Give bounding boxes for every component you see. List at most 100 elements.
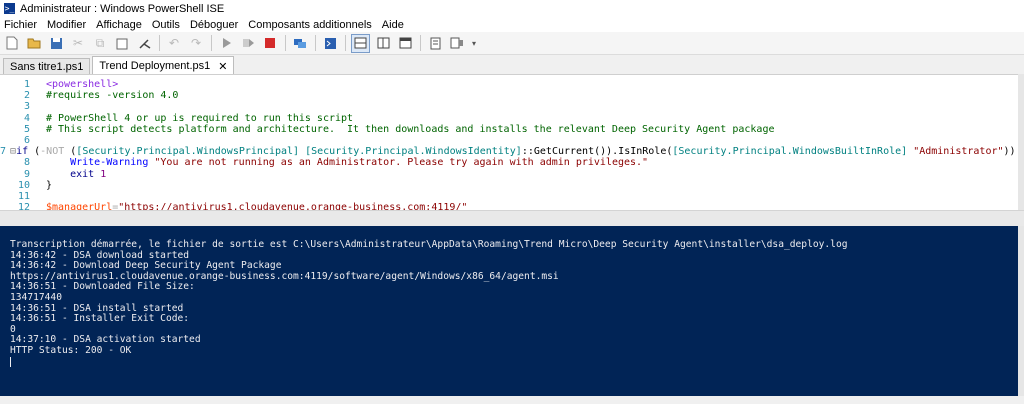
tab-trend-deployment[interactable]: Trend Deployment.ps1 ✕	[92, 56, 235, 75]
tab-sans-titre1[interactable]: Sans titre1.ps1	[3, 58, 91, 75]
line-number: 1	[23, 79, 30, 90]
toolbar-divider	[345, 35, 346, 51]
code-token: if	[16, 146, 29, 158]
status-bar	[0, 396, 1024, 404]
code-text: exit 1	[46, 169, 106, 180]
code-line: 4 # PowerShell 4 or up is required to run…	[0, 113, 1018, 124]
fold-gutter	[34, 101, 46, 112]
menu-composants-additionnels[interactable]: Composants additionnels	[248, 19, 372, 31]
script-tabs: Sans titre1.ps1 Trend Deployment.ps1 ✕	[0, 56, 1024, 75]
paste-icon[interactable]	[113, 34, 131, 52]
menu-outils[interactable]: Outils	[152, 19, 180, 31]
toolbar: ✂ ⧉ ↶ ↷ ▾	[0, 32, 1024, 55]
code-token: #requires -version 4.0	[46, 90, 179, 102]
console-pane[interactable]: Transcription démarrée, le fichier de so…	[0, 226, 1018, 396]
command-addon-icon[interactable]	[448, 34, 466, 52]
fold-gutter	[34, 169, 46, 180]
code-line: 9 exit 1	[0, 169, 1018, 180]
layout-maximized-icon[interactable]	[396, 34, 414, 52]
console-scrollbar[interactable]	[1018, 226, 1024, 396]
powershell-icon: >_	[4, 3, 15, 14]
code-token: "Administrator"	[913, 146, 1004, 158]
code-text: if (-NOT ([Security.Principal.WindowsPri…	[16, 146, 1018, 157]
code-token: (	[28, 146, 41, 158]
code-token: # PowerShell 4 or up is required to run …	[46, 112, 354, 124]
stop-icon[interactable]	[261, 34, 279, 52]
editor-vertical-scrollbar[interactable]	[1018, 74, 1024, 210]
menu-deboguer[interactable]: Déboguer	[190, 19, 238, 31]
run-script-icon[interactable]	[217, 34, 235, 52]
tab-label: Sans titre1.ps1	[10, 61, 84, 73]
code-token: -NOT	[40, 146, 65, 158]
code-line: 1 <powershell>	[0, 79, 1018, 90]
line-number: 9	[23, 168, 30, 180]
toolbar-overflow-icon[interactable]: ▾	[470, 34, 478, 52]
code-token: # This script detects platform and archi…	[46, 123, 775, 135]
code-token: 1	[94, 168, 107, 180]
fold-gutter	[34, 157, 46, 168]
fold-gutter	[34, 180, 46, 191]
toolbar-divider	[420, 35, 421, 51]
copy-icon[interactable]: ⧉	[91, 34, 109, 52]
script-editor[interactable]: 1 <powershell> 2 #requires -version 4.0 3 4 # …	[0, 74, 1018, 211]
fold-gutter	[34, 79, 46, 90]
code-token: }	[46, 179, 53, 191]
console-cursor	[10, 356, 11, 367]
code-token: [Security.Principal.WindowsPrincipal]	[76, 146, 300, 158]
cut-icon[interactable]: ✂	[69, 34, 87, 52]
code-line: 10}	[0, 180, 1018, 191]
layout-top-icon[interactable]	[351, 33, 370, 53]
code-token: [Security.Principal.WindowsBuiltInRole]	[672, 146, 908, 158]
code-token: "You are not running as an Administrator…	[148, 157, 649, 169]
run-selection-icon[interactable]	[239, 34, 257, 52]
undo-icon[interactable]: ↶	[165, 34, 183, 52]
fold-gutter	[34, 191, 46, 202]
toolbar-divider	[211, 35, 212, 51]
code-token: <powershell>	[46, 79, 119, 90]
layout-right-icon[interactable]	[374, 34, 392, 52]
open-folder-icon[interactable]	[25, 34, 43, 52]
remote-session-icon[interactable]	[291, 34, 309, 52]
code-token: )) {	[1003, 146, 1016, 158]
console-output-line: 14:36:51 - Installer Exit Code:	[10, 313, 190, 325]
code-text: # This script detects platform and archi…	[46, 124, 774, 135]
console-output-line: 14:36:51 - Downloaded File Size:	[10, 281, 195, 293]
menu-modifier[interactable]: Modifier	[47, 19, 86, 31]
line-number: 8	[23, 157, 30, 169]
tab-label: Trend Deployment.ps1	[99, 60, 211, 72]
console-padding	[0, 226, 1018, 240]
code-text: Write-Warning "You are not running as an…	[46, 157, 648, 168]
code-line: 7 ⊟ if (-NOT ([Security.Principal.WindowsP…	[0, 146, 1018, 157]
code-text: # PowerShell 4 or up is required to run …	[46, 113, 353, 124]
new-file-icon[interactable]	[3, 34, 21, 52]
line-number: 7	[0, 146, 7, 158]
clear-icon[interactable]	[135, 34, 153, 52]
line-number: 10	[17, 179, 30, 191]
editor-horizontal-scrollbar[interactable]	[0, 210, 1024, 226]
close-icon[interactable]: ✕	[218, 60, 227, 73]
code-line: 3	[0, 101, 1018, 112]
show-commands-icon[interactable]	[426, 34, 444, 52]
code-token: exit	[46, 168, 95, 180]
fold-gutter	[34, 124, 46, 135]
toolbar-divider	[315, 35, 316, 51]
menu-bar: Fichier Modifier Affichage Outils Débogu…	[0, 17, 1024, 32]
toolbar-divider	[159, 35, 160, 51]
toolbar-divider	[285, 35, 286, 51]
menu-fichier[interactable]: Fichier	[4, 19, 37, 31]
menu-aide[interactable]: Aide	[382, 19, 404, 31]
fold-gutter	[34, 113, 46, 124]
menu-affichage[interactable]: Affichage	[96, 19, 142, 31]
code-line: 6	[0, 135, 1018, 146]
console-output-line: Transcription démarrée, le fichier de so…	[10, 239, 848, 250]
fold-gutter	[34, 90, 46, 101]
code-text: #requires -version 4.0	[46, 90, 178, 101]
console-output-line: HTTP Status: 200 - OK	[10, 344, 132, 356]
line-number: 11	[17, 190, 30, 202]
save-icon[interactable]	[47, 34, 65, 52]
powershell-console-icon[interactable]	[321, 34, 339, 52]
code-line: 2 #requires -version 4.0	[0, 90, 1018, 101]
fold-gutter	[34, 135, 46, 146]
console-output-line: 134717440	[10, 291, 62, 303]
redo-icon[interactable]: ↷	[187, 34, 205, 52]
